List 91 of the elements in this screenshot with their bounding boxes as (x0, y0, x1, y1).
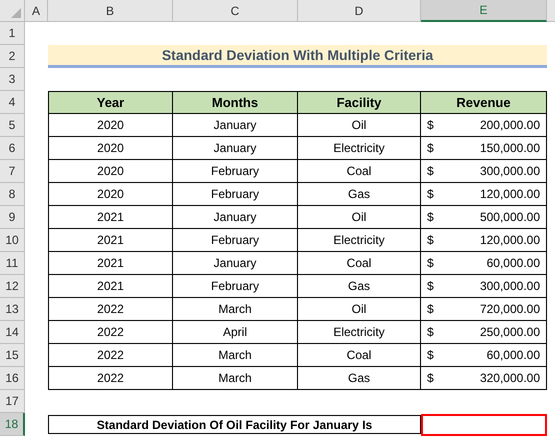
revenue-amount: 60,000.00 (486, 256, 540, 270)
currency-symbol: $ (427, 187, 434, 201)
row-header[interactable]: 1 (0, 22, 25, 45)
currency-symbol: $ (427, 164, 434, 178)
row-header[interactable]: 14 (0, 321, 25, 344)
currency-symbol: $ (427, 256, 434, 270)
column-header[interactable]: A (25, 0, 48, 22)
result-label: Standard Deviation Of Oil Facility For January Is (48, 415, 421, 434)
currency-symbol: $ (427, 210, 434, 224)
currency-symbol: $ (427, 325, 434, 339)
revenue-amount: 500,000.00 (480, 210, 540, 224)
row-header[interactable]: 4 (0, 91, 25, 114)
row-header[interactable]: 15 (0, 344, 25, 367)
table-cell: 2022 (48, 321, 173, 344)
revenue-amount: 320,000.00 (480, 371, 540, 385)
revenue-amount: 120,000.00 (480, 233, 540, 247)
table-cell: January (173, 137, 298, 160)
column-header[interactable]: C (173, 0, 298, 22)
row-header[interactable]: 8 (0, 183, 25, 206)
table-cell: Coal (298, 344, 421, 367)
revenue-amount: 120,000.00 (480, 187, 540, 201)
row-header[interactable]: 3 (0, 68, 25, 91)
column-heading: Facility (298, 91, 421, 114)
table-cell: February (173, 275, 298, 298)
table-cell: February (173, 160, 298, 183)
revenue-amount: 250,000.00 (480, 325, 540, 339)
table-cell: 2020 (48, 183, 173, 206)
table-cell: Electricity (298, 321, 421, 344)
table-cell: Electricity (298, 229, 421, 252)
currency-symbol: $ (427, 348, 434, 362)
row-header[interactable]: 13 (0, 298, 25, 321)
table-cell: January (173, 114, 298, 137)
table-cell: 2021 (48, 252, 173, 275)
row-header[interactable]: 7 (0, 160, 25, 183)
currency-symbol: $ (427, 279, 434, 293)
sheet-title: Standard Deviation With Multiple Criteria (48, 45, 547, 68)
table-cell: Gas (298, 367, 421, 390)
table-cell: 2020 (48, 160, 173, 183)
table-cell: Gas (298, 183, 421, 206)
revenue-amount: 300,000.00 (480, 279, 540, 293)
revenue-amount: 60,000.00 (486, 348, 540, 362)
column-header[interactable]: B (48, 0, 173, 22)
table-cell: Coal (298, 252, 421, 275)
table-cell: Electricity (298, 137, 421, 160)
table-cell: April (173, 321, 298, 344)
row-header[interactable]: 10 (0, 229, 25, 252)
row-header[interactable]: 2 (0, 45, 25, 68)
table-cell: 2020 (48, 114, 173, 137)
column-heading: Months (173, 91, 298, 114)
row-header[interactable]: 6 (0, 137, 25, 160)
revenue-amount: 200,000.00 (480, 118, 540, 132)
table-cell: 2022 (48, 344, 173, 367)
table-cell: March (173, 367, 298, 390)
table-cell: 2021 (48, 229, 173, 252)
row-header[interactable]: 11 (0, 252, 25, 275)
column-heading: Revenue (421, 91, 547, 114)
currency-symbol: $ (427, 141, 434, 155)
row-header[interactable]: 9 (0, 206, 25, 229)
table-cell: 2021 (48, 206, 173, 229)
table-cell: March (173, 298, 298, 321)
table-cell: 2022 (48, 298, 173, 321)
table-cell: 2021 (48, 275, 173, 298)
revenue-amount: 300,000.00 (480, 164, 540, 178)
revenue-amount: 150,000.00 (480, 141, 540, 155)
table-cell: Oil (298, 206, 421, 229)
revenue-amount: 720,000.00 (480, 302, 540, 316)
table-cell: Oil (298, 114, 421, 137)
row-header[interactable]: 18 (0, 413, 25, 436)
column-header[interactable]: E (421, 0, 547, 22)
table-cell: 2022 (48, 367, 173, 390)
table-cell: 2020 (48, 137, 173, 160)
selected-cell[interactable] (421, 414, 547, 436)
row-header[interactable]: 12 (0, 275, 25, 298)
currency-symbol: $ (427, 302, 434, 316)
row-header[interactable]: 5 (0, 114, 25, 137)
table-cell: January (173, 206, 298, 229)
table-cell: January (173, 252, 298, 275)
currency-symbol: $ (427, 371, 434, 385)
column-header[interactable]: D (298, 0, 421, 22)
table-cell: Gas (298, 275, 421, 298)
table-cell: Coal (298, 160, 421, 183)
table-cell: March (173, 344, 298, 367)
table-cell: February (173, 229, 298, 252)
currency-symbol: $ (427, 233, 434, 247)
corner-triangle-icon (11, 8, 21, 18)
column-heading: Year (48, 91, 173, 114)
row-header[interactable]: 16 (0, 367, 25, 390)
currency-symbol: $ (427, 118, 434, 132)
table-cell: February (173, 183, 298, 206)
table-cell: Oil (298, 298, 421, 321)
row-header[interactable]: 17 (0, 390, 25, 413)
